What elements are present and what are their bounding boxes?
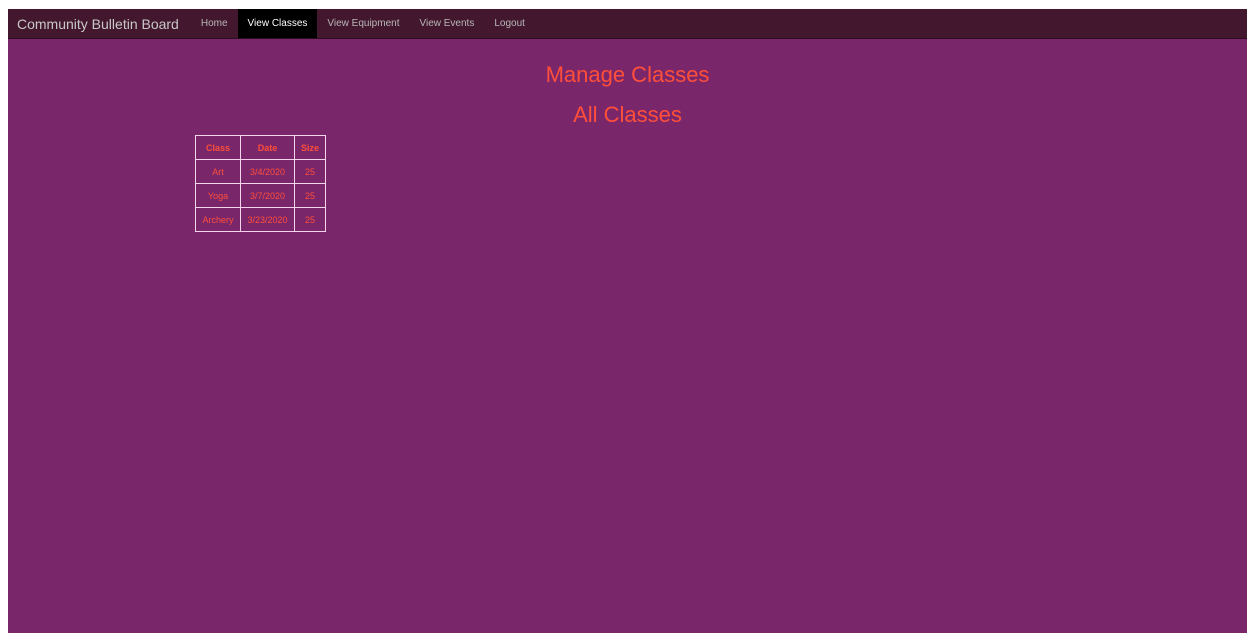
nav-view-equipment[interactable]: View Equipment [317,9,409,38]
date-column-header: Date [240,135,295,160]
table-row: Archery 3/23/2020 25 [195,207,326,232]
classes-table-container: Class Date Size Art 3/4/2020 25 Yoga 3/7… [195,135,326,232]
page-title: Manage Classes [545,62,710,87]
app-shell: Community Bulletin Board Home View Class… [8,9,1247,633]
classes-table-header: Class Date Size [195,135,326,160]
date-cell: 3/7/2020 [240,183,295,208]
section-title: All Classes [573,102,682,127]
class-column-header: Class [195,135,241,160]
nav-logout[interactable]: Logout [484,9,535,38]
main-navigation: Home View Classes View Equipment View Ev… [191,9,535,38]
brand-title[interactable]: Community Bulletin Board [8,9,191,38]
class-cell: Art [195,159,241,184]
classes-table-header-row: Class Date Size [195,135,326,160]
size-cell: 25 [294,207,326,232]
table-row: Art 3/4/2020 25 [195,159,326,184]
class-cell: Yoga [195,183,241,208]
classes-table-body: Art 3/4/2020 25 Yoga 3/7/2020 25 Archery… [195,159,326,232]
nav-view-classes[interactable]: View Classes [237,9,318,38]
date-cell: 3/23/2020 [240,207,295,232]
nav-home[interactable]: Home [191,9,238,38]
size-cell: 25 [294,159,326,184]
table-row: Yoga 3/7/2020 25 [195,183,326,208]
size-column-header: Size [294,135,326,160]
date-cell: 3/4/2020 [240,159,295,184]
nav-view-events[interactable]: View Events [409,9,484,38]
top-navbar: Community Bulletin Board Home View Class… [8,9,1247,39]
size-cell: 25 [294,183,326,208]
classes-table: Class Date Size Art 3/4/2020 25 Yoga 3/7… [195,135,326,232]
class-cell: Archery [195,207,241,232]
